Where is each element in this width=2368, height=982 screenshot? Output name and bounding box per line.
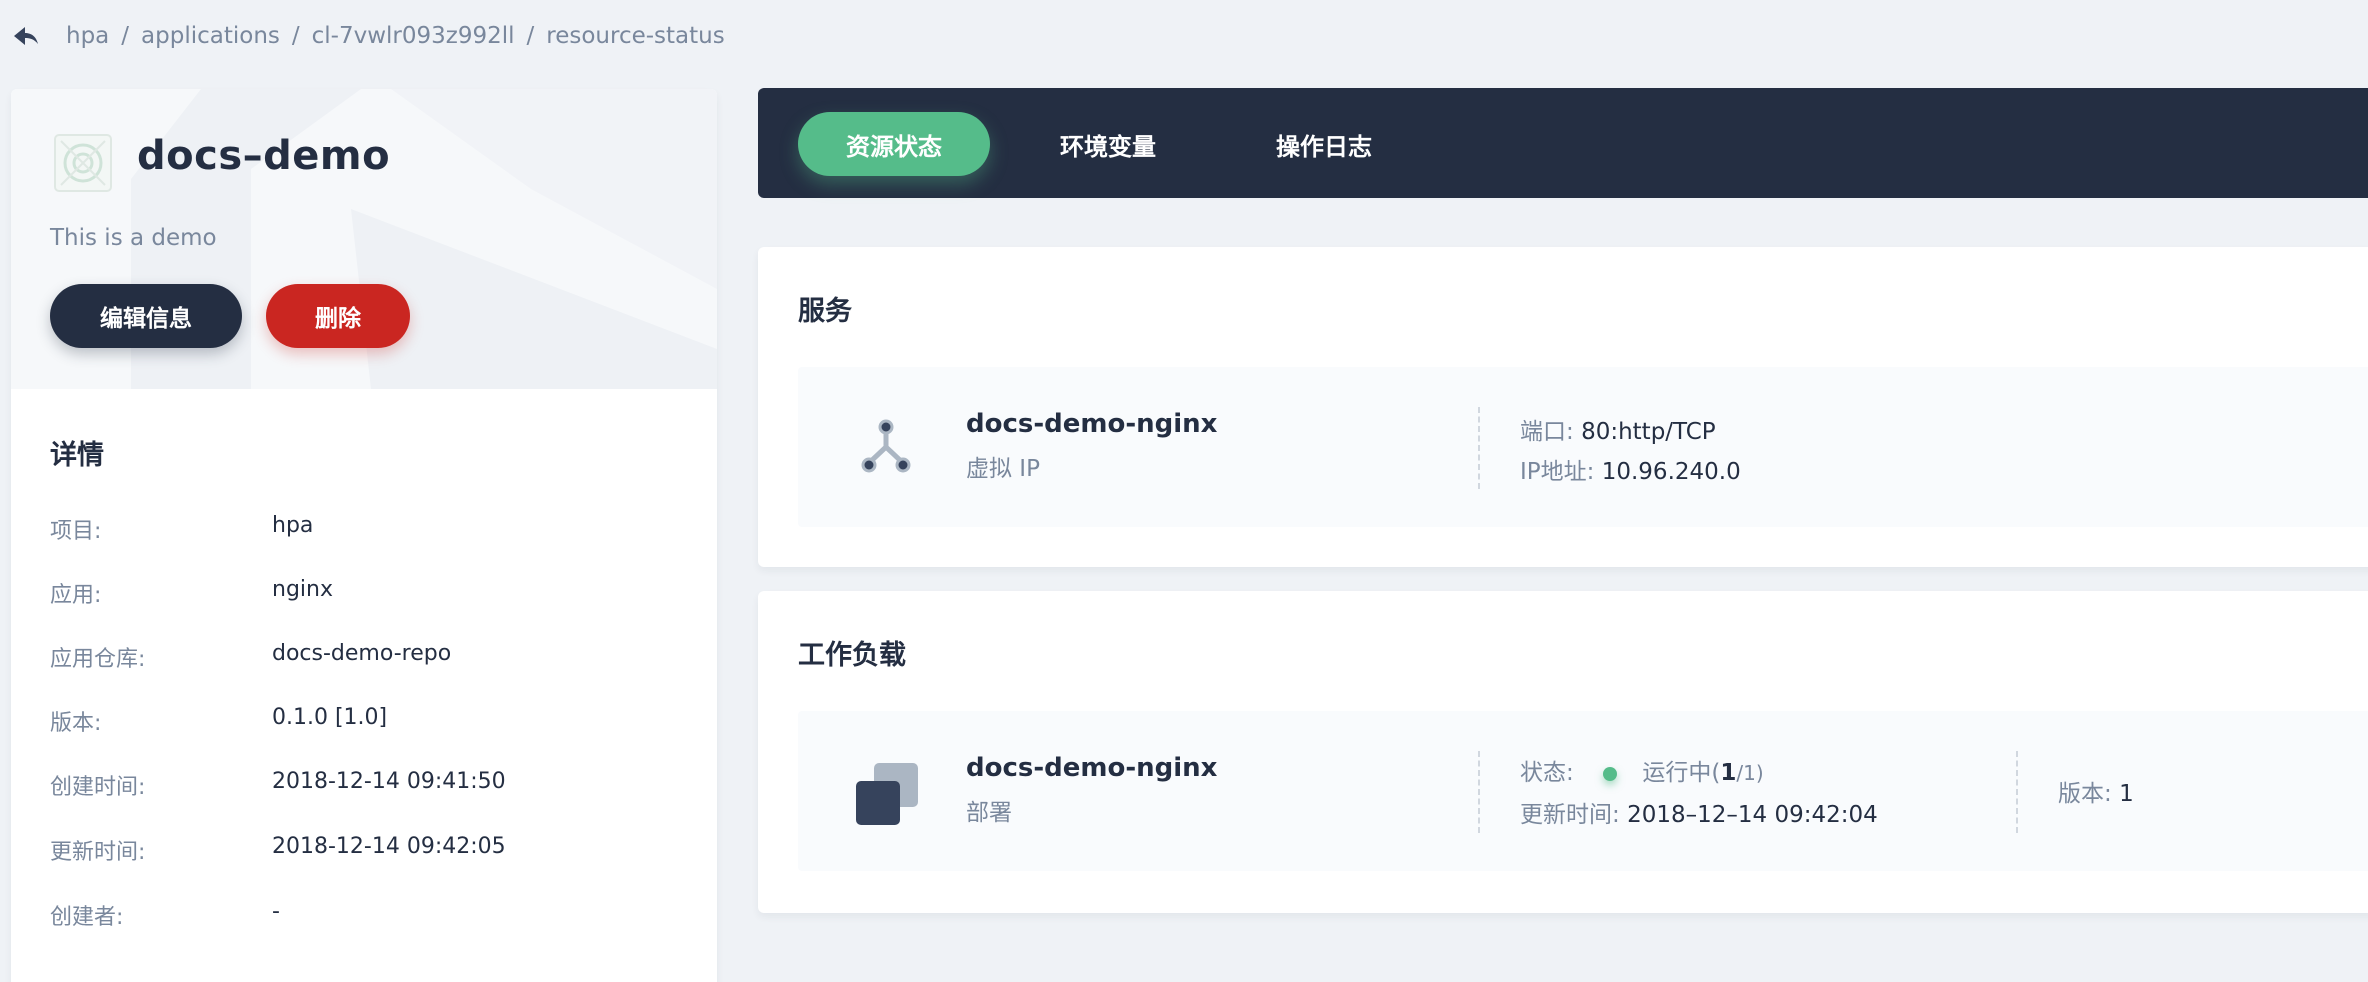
service-name[interactable]: docs-demo-nginx xyxy=(966,409,1217,439)
detail-row-version: 版本: 0.1.0 [1.0] xyxy=(50,705,387,737)
detail-label: 项目: xyxy=(50,519,102,544)
services-card: 服务 docs-demo-nginx 虚拟 IP 端口: 80:http/TCP… xyxy=(758,247,2368,567)
divider xyxy=(2016,751,2018,833)
delete-button[interactable]: 删除 xyxy=(266,284,410,348)
workload-name[interactable]: docs-demo-nginx xyxy=(966,753,1217,783)
breadcrumb-item-current: resource-status xyxy=(546,23,725,49)
deployment-icon xyxy=(856,763,918,825)
breadcrumb-item-applications[interactable]: applications xyxy=(141,23,280,49)
detail-label: 创建时间: xyxy=(50,775,146,800)
detail-row-repo: 应用仓库: docs-demo-repo xyxy=(50,641,451,673)
updated-label: 更新时间: xyxy=(1520,802,1620,828)
breadcrumb-separator: / xyxy=(526,23,535,49)
divider xyxy=(1478,407,1480,489)
app-header: docs–demo This is a demo 编辑信息 删除 xyxy=(11,89,717,389)
ip-value: 10.96.240.0 xyxy=(1601,459,1741,485)
status-label: 状态: xyxy=(1520,760,1574,786)
status-text: 运行中( xyxy=(1642,760,1721,786)
detail-value: hpa xyxy=(272,513,314,538)
workload-version: 版本: 1 xyxy=(2058,774,2134,808)
back-arrow-icon[interactable] xyxy=(12,24,42,48)
breadcrumb-separator: / xyxy=(291,23,300,49)
edit-info-button[interactable]: 编辑信息 xyxy=(50,284,242,348)
breadcrumb: hpa / applications / cl-7vwlr093z992ll /… xyxy=(12,18,725,54)
breadcrumb-item-app-id[interactable]: cl-7vwlr093z992ll xyxy=(312,23,515,49)
tab-operation-log[interactable]: 操作日志 xyxy=(1254,112,1394,176)
version-label: 版本: xyxy=(2058,781,2112,807)
detail-row-app: 应用: nginx xyxy=(50,577,333,609)
app-icon xyxy=(54,134,112,192)
detail-value: - xyxy=(272,899,280,924)
service-type: 虚拟 IP xyxy=(966,456,1040,482)
detail-row-project: 项目: hpa xyxy=(50,513,313,545)
version-value: 1 xyxy=(2119,781,2134,807)
detail-label: 更新时间: xyxy=(50,840,146,865)
updated-value: 2018–12–14 09:42:04 xyxy=(1627,802,1878,828)
service-ip: IP地址: 10.96.240.0 xyxy=(1520,452,1741,486)
tab-bar: 资源状态 环境变量 操作日志 xyxy=(758,88,2368,198)
port-label: 端口: xyxy=(1520,419,1574,445)
breadcrumb-item-project[interactable]: hpa xyxy=(66,23,109,49)
workload-type: 部署 xyxy=(966,800,1012,826)
detail-label: 创建者: xyxy=(50,905,124,930)
status-ready-count: 1 xyxy=(1720,760,1737,786)
app-info-panel: docs–demo This is a demo 编辑信息 删除 详情 项目: … xyxy=(11,89,717,982)
port-value: 80:http/TCP xyxy=(1581,419,1716,445)
detail-label: 版本: xyxy=(50,711,102,736)
service-item[interactable]: docs-demo-nginx 虚拟 IP 端口: 80:http/TCP IP… xyxy=(798,367,2368,527)
ip-label: IP地址: xyxy=(1520,459,1595,485)
detail-value: 2018-12-14 09:41:50 xyxy=(272,769,506,794)
tab-resource-status[interactable]: 资源状态 xyxy=(798,112,990,176)
detail-value: 0.1.0 [1.0] xyxy=(272,705,388,730)
detail-value: docs-demo-repo xyxy=(272,641,452,666)
app-title: docs–demo xyxy=(137,133,391,179)
detail-value: nginx xyxy=(272,577,333,602)
divider xyxy=(1478,751,1480,833)
workload-updated: 更新时间: 2018–12–14 09:42:04 xyxy=(1520,795,1878,829)
details-heading: 详情 xyxy=(50,440,104,471)
workloads-card: 工作负载 docs-demo-nginx 部署 状态: 运行中(1/1) 更新时… xyxy=(758,591,2368,913)
detail-row-creator: 创建者: - xyxy=(50,899,280,931)
detail-value: 2018-12-14 09:42:05 xyxy=(272,834,506,859)
status-total-count: /1) xyxy=(1736,761,1764,785)
service-port: 端口: 80:http/TCP xyxy=(1520,412,1716,446)
workload-item[interactable]: docs-demo-nginx 部署 状态: 运行中(1/1) 更新时间: 20… xyxy=(798,711,2368,871)
status-running-dot-icon xyxy=(1603,766,1618,781)
workload-status: 状态: 运行中(1/1) xyxy=(1520,753,1764,787)
app-description: This is a demo xyxy=(50,225,217,251)
detail-label: 应用仓库: xyxy=(50,647,146,672)
detail-row-updated: 更新时间: 2018-12-14 09:42:05 xyxy=(50,834,506,866)
detail-row-created: 创建时间: 2018-12-14 09:41:50 xyxy=(50,769,506,801)
service-icon xyxy=(861,419,911,473)
detail-label: 应用: xyxy=(50,583,102,608)
tab-env-variables[interactable]: 环境变量 xyxy=(1038,112,1178,176)
services-heading: 服务 xyxy=(798,296,852,327)
breadcrumb-separator: / xyxy=(121,23,130,49)
workloads-heading: 工作负载 xyxy=(798,640,906,671)
